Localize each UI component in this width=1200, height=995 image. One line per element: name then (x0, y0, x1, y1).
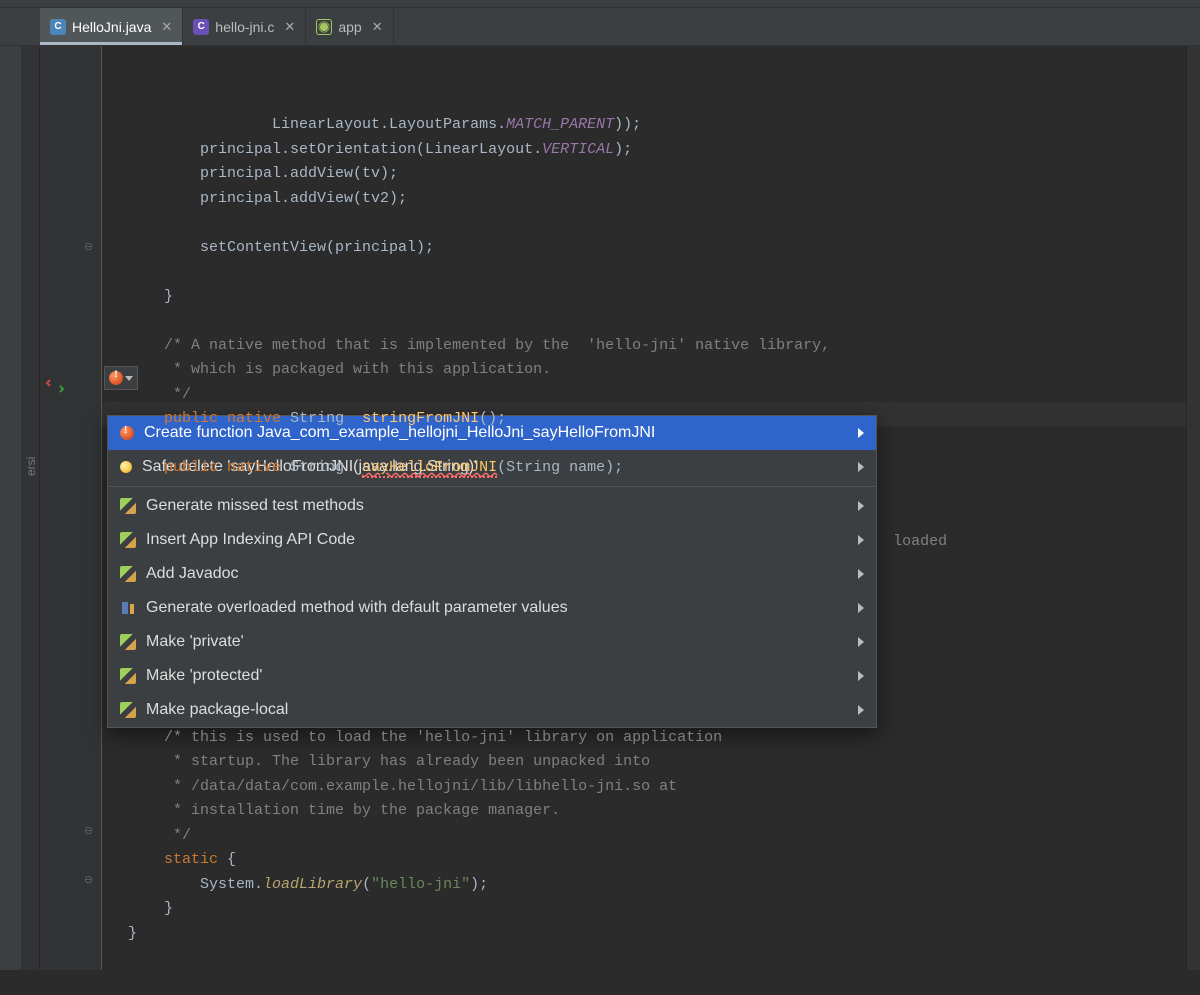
code-editor[interactable]: LinearLayout.LayoutParams.MATCH_PARENT))… (102, 46, 1186, 970)
code-content: LinearLayout.LayoutParams.MATCH_PARENT))… (110, 113, 1186, 946)
override-marker-icon[interactable] (46, 379, 64, 393)
close-icon[interactable]: ✕ (372, 19, 383, 35)
toolwindow-label: ersi (24, 457, 38, 476)
tab-hello-jni-c[interactable]: C hello-jni.c ✕ (183, 8, 306, 45)
tool-window-stripe-inner[interactable]: ersi (22, 46, 40, 970)
c-file-icon: C (193, 19, 209, 35)
tab-label: HelloJni.java (72, 19, 151, 35)
tool-window-stripe-left[interactable] (0, 46, 22, 970)
close-icon[interactable]: ✕ (284, 19, 295, 35)
editor-gutter[interactable]: ⊖ ⊖ ⊖ (40, 46, 102, 970)
tab-app[interactable]: app ✕ (306, 8, 393, 45)
tab-label: hello-jni.c (215, 19, 274, 35)
tab-hellojni-java[interactable]: C HelloJni.java ✕ (40, 8, 183, 45)
close-icon[interactable]: ✕ (161, 19, 172, 35)
fold-start-icon[interactable]: ⊖ (84, 824, 93, 838)
window-top-strip (0, 0, 1200, 8)
fold-end-icon[interactable]: ⊖ (84, 873, 93, 887)
gradle-module-icon (316, 19, 332, 35)
java-file-icon: C (50, 19, 66, 35)
editor-tab-bar: C HelloJni.java ✕ C hello-jni.c ✕ app ✕ (0, 8, 1200, 46)
tab-label: app (338, 19, 361, 35)
error-stripe[interactable] (1186, 46, 1200, 970)
fold-end-icon[interactable]: ⊖ (84, 240, 93, 254)
